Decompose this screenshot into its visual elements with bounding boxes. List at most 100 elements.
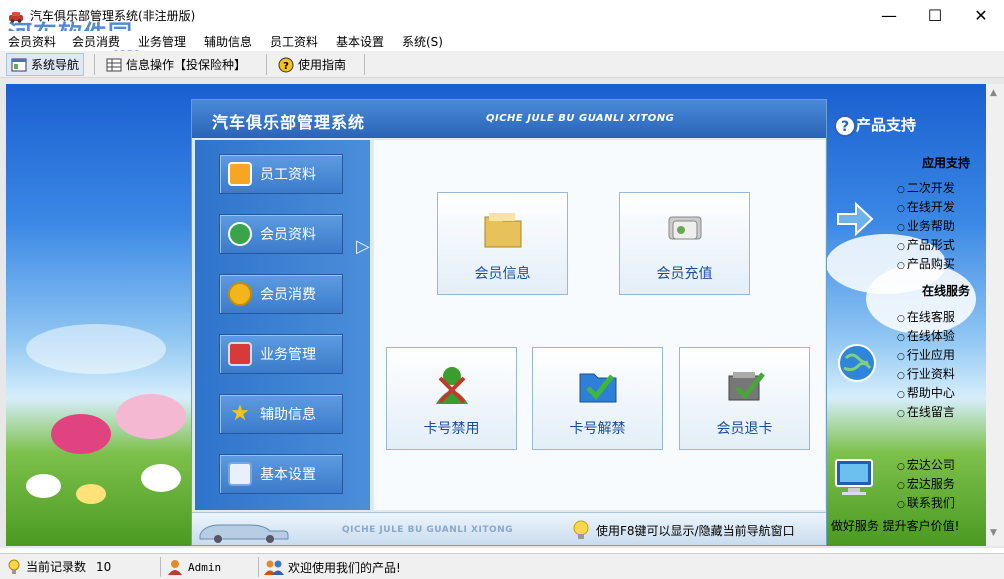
status-separator [258,557,259,577]
toolbar-separator [266,54,267,75]
record-count-label: 当前记录数 [26,560,87,574]
member-recharge-label: 会员充值 [656,266,713,282]
members-icon [228,222,252,246]
flower-yellow [76,484,106,504]
nav-business-button[interactable]: 业务管理 [219,334,343,374]
support-title: 产品支持 [856,116,917,134]
panel-pinyin: QICHE JULE BU GUANLI XITONG [486,113,675,124]
coins-icon [228,282,252,306]
menu-settings[interactable]: 基本设置 [336,33,384,50]
scroll-down-icon[interactable]: ▼ [990,528,997,538]
info-ops-label: 信息操作【投保险种】 [126,58,247,72]
nav-window-icon [11,58,27,71]
info-ops-button[interactable]: 信息操作【投保险种】 [102,53,250,76]
main-area: ? 产品支持 应用支持 二次开发 在线开发 业务帮助 产品形式 产品购买 在线服… [0,78,1004,548]
menu-staff[interactable]: 员工资料 [270,33,318,50]
link-product-buy[interactable]: 产品购买 [897,255,955,272]
status-bar: 当前记录数 10 Admin 欢迎使用我们的产品! [0,553,1004,579]
panel-title: 汽车俱乐部管理系统 [212,113,366,132]
card-enable-tile[interactable]: 卡号解禁 [532,347,663,450]
scroll-up-icon[interactable]: ▲ [990,88,997,98]
card-disable-label: 卡号禁用 [423,421,480,437]
link-online-trial[interactable]: 在线体验 [897,327,955,344]
menu-member-info[interactable]: 会员资料 [8,33,56,50]
svg-text:?: ? [841,119,849,135]
table-icon [106,58,122,71]
nav-consume-label: 会员消费 [260,287,316,303]
card-disable-tile[interactable]: 卡号禁用 [386,347,517,450]
link-industry-data[interactable]: 行业资料 [897,365,955,382]
nav-members-label: 会员资料 [260,227,316,243]
link-company-service[interactable]: 宏达服务 [897,475,955,492]
record-count-cell: 当前记录数 10 [6,558,111,575]
monitor-icon [228,342,252,366]
flower-light-pink [116,394,186,439]
panel-header: 汽车俱乐部管理系统 QICHE JULE BU GUANLI XITONG [192,100,826,138]
slogan: 品 做好服务 提升客户价值! [815,519,960,533]
star-icon: ★ [230,401,250,426]
toolbar-separator [94,54,95,75]
chevron-right-icon: ▷ [356,236,370,257]
card-stack-icon [661,205,709,253]
computer-icon [835,459,873,495]
link-help-center[interactable]: 帮助中心 [897,384,955,401]
user-forbid-icon [428,360,476,408]
card-return-tile[interactable]: 会员退卡 [679,347,810,450]
navigation-panel: 汽车俱乐部管理系统 QICHE JULE BU GUANLI XITONG 员工… [191,99,827,546]
content-area: 会员信息 会员充值 卡号禁用 卡号解禁 会员退卡 [374,140,825,510]
close-button[interactable]: ✕ [958,0,1004,31]
record-count-value: 10 [96,559,112,574]
folder-icon [479,205,527,253]
card-enable-label: 卡号解禁 [569,421,626,437]
cloud [26,324,166,374]
link-online-cs[interactable]: 在线客服 [897,308,955,325]
card-return-label: 会员退卡 [716,421,773,437]
minimize-button[interactable]: — [866,0,912,31]
user-cell: Admin [166,558,221,576]
maximize-button[interactable]: ☐ [912,0,958,31]
nav-staff-label: 员工资料 [260,167,316,183]
link-online-dev[interactable]: 在线开发 [897,198,955,215]
menu-auxiliary[interactable]: 辅助信息 [204,33,252,50]
member-recharge-tile[interactable]: 会员充值 [619,192,750,295]
nav-staff-button[interactable]: 员工资料 [219,154,343,194]
question-circle-icon: ? [834,115,856,137]
flower-pink [51,414,111,454]
panel-footer: QICHE JULE BU GUANLI XITONG 使用F8键可以显示/隐藏… [192,512,826,545]
light-bulb-icon [573,520,589,539]
app-support-title: 应用支持 [922,156,971,170]
vertical-scrollbar[interactable]: ▲ ▼ [986,84,1004,546]
link-contact-us[interactable]: 联系我们 [897,494,955,511]
nav-members-button[interactable]: 会员资料 [219,214,343,254]
welcome-cell: 欢迎使用我们的产品! [264,558,401,576]
user-icon [168,560,182,575]
system-nav-label: 系统导航 [31,58,80,72]
link-product-form[interactable]: 产品形式 [897,236,955,253]
menu-system[interactable]: 系统(S) [402,33,443,50]
car-icon [199,524,289,543]
help-icon: ? [278,57,294,72]
member-info-label: 会员信息 [474,266,531,282]
link-company[interactable]: 宏达公司 [897,456,955,473]
online-service-title: 在线服务 [922,284,971,298]
member-info-tile[interactable]: 会员信息 [437,192,568,295]
current-user: Admin [188,560,222,574]
users-icon [264,560,284,575]
folder-check-icon [574,360,622,408]
system-nav-button[interactable]: 系统导航 [6,53,85,76]
link-industry-app[interactable]: 行业应用 [897,346,955,363]
title-bar: 汽车俱乐部管理系统(非注册版) 河东软件园 — ☐ ✕ [0,0,1004,48]
welcome-text: 欢迎使用我们的产品! [288,560,401,575]
nav-auxiliary-button[interactable]: ★ 辅助信息 [219,394,343,434]
nav-sidebar: 员工资料 会员资料 ▷ 会员消费 业务管理 ★ 辅助信息 基本设置 [195,140,370,510]
link-online-message[interactable]: 在线留言 [897,403,955,420]
user-guide-button[interactable]: ? 使用指南 [274,53,350,76]
footer-tip: 使用F8键可以显示/隐藏当前导航窗口 [596,524,795,538]
nav-consume-button[interactable]: 会员消费 [219,274,343,314]
link-business-help[interactable]: 业务帮助 [897,217,955,234]
toolbar: 系统导航 信息操作【投保险种】 ? 使用指南 [0,51,1004,78]
user-guide-label: 使用指南 [298,58,347,72]
nav-auxiliary-label: 辅助信息 [260,407,316,423]
nav-settings-button[interactable]: 基本设置 [219,454,343,494]
link-secondary-dev[interactable]: 二次开发 [897,179,955,196]
